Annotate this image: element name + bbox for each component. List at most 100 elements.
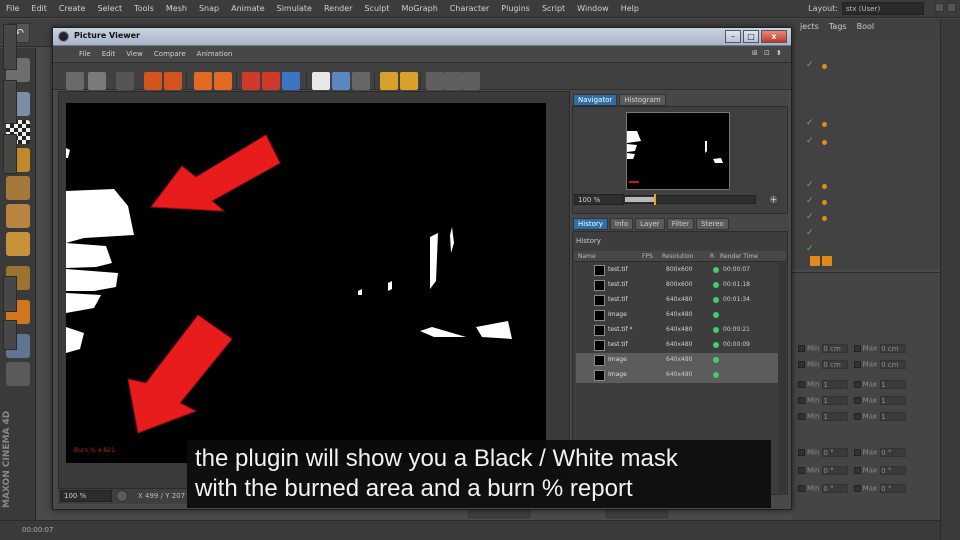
enabled-check-icon[interactable]: ✓ (806, 196, 814, 206)
attr-checkbox[interactable] (853, 361, 861, 368)
enabled-check-icon[interactable]: ✓ (806, 118, 814, 128)
tab-layer[interactable]: Layer (635, 218, 665, 230)
compare-b-icon[interactable] (262, 72, 280, 90)
tag-icon[interactable] (822, 64, 827, 69)
tab-bookmarks[interactable]: Bool (857, 22, 875, 31)
attr-field[interactable]: 1 (880, 396, 907, 405)
edges-mode-icon[interactable] (6, 204, 30, 228)
attr-checkbox[interactable] (798, 397, 805, 404)
enabled-check-icon[interactable]: ✓ (806, 228, 814, 238)
dock-icon[interactable]: ⊡ (764, 49, 773, 58)
menu-create[interactable]: Create (59, 4, 86, 13)
enabled-check-icon[interactable]: ✓ (806, 244, 814, 254)
render-region-icon[interactable] (194, 72, 212, 90)
pv-menu-edit[interactable]: Edit (102, 50, 116, 58)
enabled-check-icon[interactable]: ✓ (806, 212, 814, 222)
locked-workplane-icon[interactable] (6, 362, 30, 386)
attr-field[interactable]: 0 ° (880, 466, 907, 475)
menu-select[interactable]: Select (97, 4, 122, 13)
compare-swap-icon[interactable] (282, 72, 300, 90)
menu-sculpt[interactable]: Sculpt (364, 4, 389, 13)
pv-menu-animation[interactable]: Animation (197, 50, 233, 58)
attr-checkbox[interactable] (798, 361, 805, 368)
minimize-button[interactable]: – (725, 30, 741, 43)
attr-checkbox[interactable] (798, 467, 805, 474)
tab-filter[interactable]: Filter (666, 218, 695, 230)
menu-mesh[interactable]: Mesh (166, 4, 187, 13)
attr-field[interactable]: 0 cm (822, 360, 849, 369)
attr-field[interactable]: 0 ° (822, 466, 849, 475)
menu-animate[interactable]: Animate (231, 4, 265, 13)
pv-menu-compare[interactable]: Compare (154, 50, 186, 58)
menu-window[interactable]: Window (577, 4, 609, 13)
compare-a-icon[interactable] (242, 72, 260, 90)
menu-help[interactable]: Help (621, 4, 639, 13)
minimize-icon[interactable] (935, 3, 944, 12)
attr-field[interactable]: 0 cm (880, 360, 907, 369)
play-icon[interactable] (164, 72, 182, 90)
history-row-selected[interactable]: Image 640x480 (576, 368, 780, 383)
attr-checkbox[interactable] (798, 449, 805, 456)
split-view-icon[interactable] (332, 72, 350, 90)
selected-tag-icon[interactable] (822, 256, 832, 266)
points-mode-icon[interactable] (6, 176, 30, 200)
tab-tags[interactable]: Tags (829, 22, 847, 31)
col-resolution[interactable]: Resolution (662, 253, 693, 260)
tab-objects[interactable]: jects (800, 22, 819, 31)
zoom-in-icon[interactable]: + (768, 194, 779, 205)
tag-icon[interactable] (822, 140, 827, 145)
history-row[interactable]: test.tif 800x600 00:01:18 (576, 278, 780, 293)
tag-icon[interactable] (822, 122, 827, 127)
dock-tab[interactable] (3, 276, 17, 312)
tab-histogram[interactable]: Histogram (619, 94, 666, 106)
attr-checkbox[interactable] (853, 467, 861, 474)
navigator-zoom-field[interactable]: 100 % (574, 194, 624, 205)
layer-icon[interactable] (462, 72, 480, 90)
history-row-selected[interactable]: Image 640x480 (576, 353, 780, 368)
col-fps[interactable]: FPS (642, 253, 653, 260)
dock-tab[interactable] (3, 24, 17, 70)
navigator-zoom-slider-handle[interactable] (654, 194, 656, 205)
play-reverse-icon[interactable] (144, 72, 162, 90)
dock-tab[interactable] (3, 320, 17, 350)
enabled-check-icon[interactable]: ✓ (806, 180, 814, 190)
navigator-thumbnail[interactable] (626, 112, 730, 190)
menu-script[interactable]: Script (542, 4, 565, 13)
attr-field[interactable]: 0 ° (880, 484, 907, 493)
ab-compare-icon[interactable] (312, 72, 330, 90)
history-row[interactable]: test.tif * 640x480 00:00:21 (576, 323, 780, 338)
attr-checkbox[interactable] (853, 381, 861, 388)
channel-b-icon[interactable] (400, 72, 418, 90)
history-row[interactable]: test.tif 640x480 00:01:34 (576, 293, 780, 308)
attr-field[interactable]: 1 (880, 380, 907, 389)
dock-tab[interactable] (3, 134, 17, 174)
col-render-time[interactable]: Render Time (720, 253, 758, 260)
layout-dropdown[interactable]: stx (User) (842, 2, 924, 15)
history-row[interactable]: Image 640x480 (576, 308, 780, 323)
attr-checkbox[interactable] (798, 485, 805, 492)
open-icon[interactable] (66, 72, 84, 90)
render-icon[interactable] (116, 72, 134, 90)
attr-field[interactable]: 0 cm (880, 344, 907, 353)
channel-a-icon[interactable] (380, 72, 398, 90)
attr-checkbox[interactable] (853, 345, 861, 352)
menu-mograph[interactable]: MoGraph (401, 4, 437, 13)
polygons-mode-icon[interactable] (6, 232, 30, 256)
attr-checkbox[interactable] (853, 449, 861, 456)
history-row[interactable]: test.tif 640x480 00:00:09 (576, 338, 780, 353)
attr-field[interactable]: 1 (822, 380, 849, 389)
tag-icon[interactable] (822, 184, 827, 189)
col-name[interactable]: Name (578, 253, 596, 260)
menu-simulate[interactable]: Simulate (277, 4, 312, 13)
menu-character[interactable]: Character (450, 4, 490, 13)
tag-icon[interactable] (822, 200, 827, 205)
enabled-check-icon[interactable]: ✓ (806, 60, 814, 70)
pv-menu-view[interactable]: View (126, 50, 143, 58)
menu-edit[interactable]: Edit (31, 4, 47, 13)
picture-viewer-titlebar[interactable]: Picture Viewer – □ x (53, 28, 791, 46)
attr-field[interactable]: 1 (822, 396, 849, 405)
pv-menu-file[interactable]: File (79, 50, 91, 58)
attr-field[interactable]: 1 (880, 412, 907, 421)
attr-field[interactable]: 0 ° (822, 448, 849, 457)
attr-checkbox[interactable] (853, 413, 861, 420)
